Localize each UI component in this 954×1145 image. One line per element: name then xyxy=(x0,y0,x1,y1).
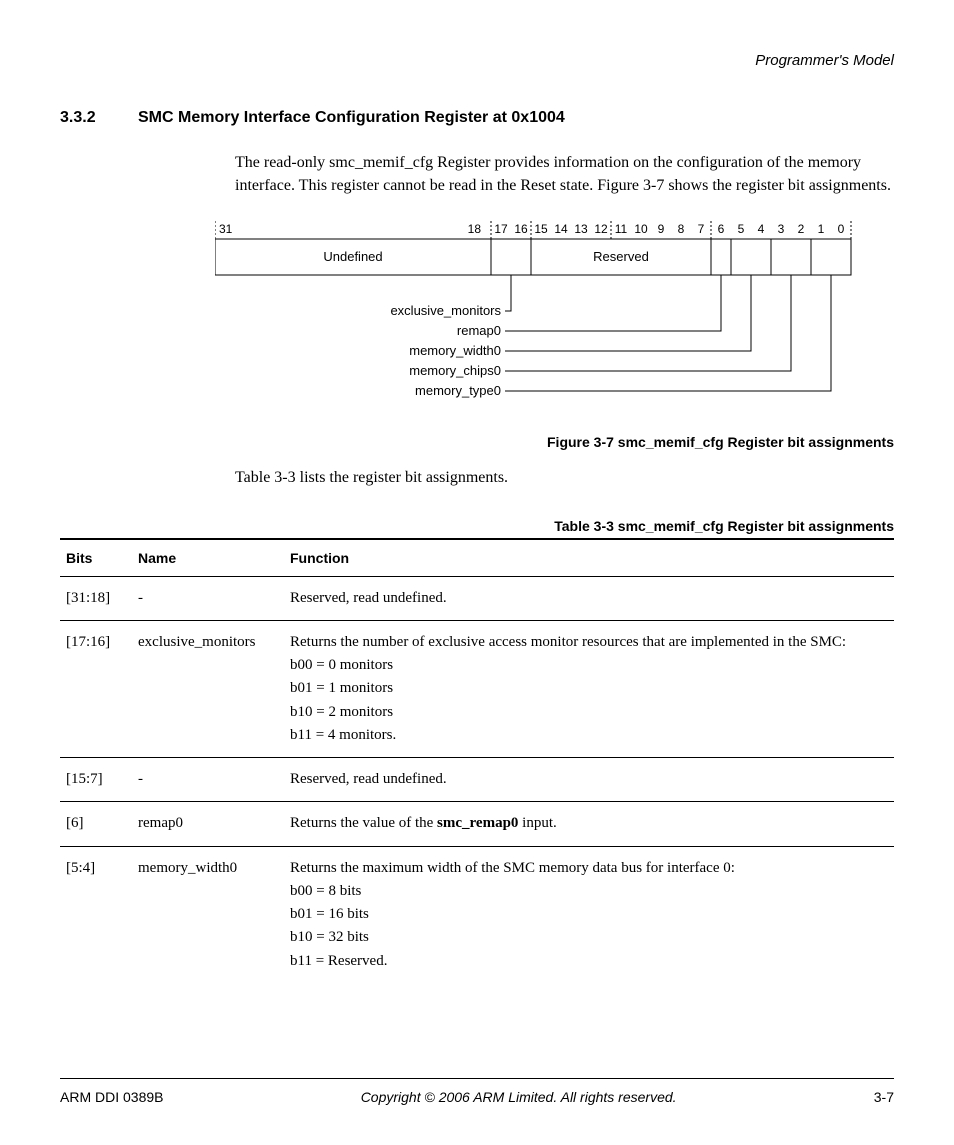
table-caption: Table 3-3 smc_memif_cfg Register bit ass… xyxy=(60,518,894,534)
bit-6: 6 xyxy=(718,222,725,236)
footer-left: ARM DDI 0389B xyxy=(60,1089,163,1105)
bit-11: 11 xyxy=(615,222,628,236)
bit-0: 0 xyxy=(838,222,845,236)
bit-4: 4 xyxy=(758,222,765,236)
bit-31: 31 xyxy=(219,222,233,236)
bit-9: 9 xyxy=(658,222,665,236)
table-row: [5:4]memory_width0Returns the maximum wi… xyxy=(60,846,894,983)
cell-function: Reserved, read undefined. xyxy=(284,758,894,802)
bit-12: 12 xyxy=(594,222,608,236)
cell-name: - xyxy=(132,576,284,620)
cell-bits: [17:16] xyxy=(60,620,132,757)
page-footer: ARM DDI 0389B Copyright © 2006 ARM Limit… xyxy=(60,1078,894,1105)
bit-7: 7 xyxy=(698,222,705,236)
intro-paragraph: The read-only smc_memif_cfg Register pro… xyxy=(235,151,894,197)
after-figure-paragraph: Table 3-3 lists the register bit assignm… xyxy=(235,466,894,489)
cell-name: memory_width0 xyxy=(132,846,284,983)
bit-2: 2 xyxy=(798,222,805,236)
footer-center: Copyright © 2006 ARM Limited. All rights… xyxy=(163,1089,873,1105)
page: Programmer's Model 3.3.2 SMC Memory Inte… xyxy=(0,0,954,1145)
cell-function: Reserved, read undefined. xyxy=(284,576,894,620)
label-memory-chips0: memory_chips0 xyxy=(409,363,501,378)
label-exclusive-monitors: exclusive_monitors xyxy=(390,303,501,318)
bit-3: 3 xyxy=(778,222,785,236)
section-heading: 3.3.2 SMC Memory Interface Configuration… xyxy=(60,109,894,127)
bit-15: 15 xyxy=(534,222,548,236)
bit-13: 13 xyxy=(574,222,588,236)
bit-17: 17 xyxy=(494,222,508,236)
table-row: [31:18]-Reserved, read undefined. xyxy=(60,576,894,620)
bit-1: 1 xyxy=(818,222,825,236)
bit-10: 10 xyxy=(634,222,648,236)
cell-name: remap0 xyxy=(132,802,284,846)
th-name: Name xyxy=(132,539,284,577)
cell-bits: [15:7] xyxy=(60,758,132,802)
box-undefined: Undefined xyxy=(323,249,382,264)
table-row: [6]remap0Returns the value of the smc_re… xyxy=(60,802,894,846)
bit-14: 14 xyxy=(554,222,568,236)
bit-16: 16 xyxy=(514,222,528,236)
cell-function: Returns the number of exclusive access m… xyxy=(284,620,894,757)
th-function: Function xyxy=(284,539,894,577)
cell-function: Returns the maximum width of the SMC mem… xyxy=(284,846,894,983)
label-memory-type0: memory_type0 xyxy=(415,383,501,398)
figure-caption: Figure 3-7 smc_memif_cfg Register bit as… xyxy=(60,434,894,450)
table-row: [17:16]exclusive_monitorsReturns the num… xyxy=(60,620,894,757)
bit-18: 18 xyxy=(468,222,482,236)
running-header: Programmer's Model xyxy=(60,52,894,69)
th-bits: Bits xyxy=(60,539,132,577)
box-reserved: Reserved xyxy=(593,249,649,264)
section-number: 3.3.2 xyxy=(60,109,120,127)
footer-right: 3-7 xyxy=(874,1089,894,1105)
cell-function: Returns the value of the smc_remap0 inpu… xyxy=(284,802,894,846)
table-row: [15:7]-Reserved, read undefined. xyxy=(60,758,894,802)
register-figure: 31 18 17 16 15 14 13 12 11 10 9 8 7 6 5 … xyxy=(215,221,894,416)
section-title: SMC Memory Interface Configuration Regis… xyxy=(138,109,565,127)
cell-name: exclusive_monitors xyxy=(132,620,284,757)
cell-bits: [31:18] xyxy=(60,576,132,620)
cell-bits: [5:4] xyxy=(60,846,132,983)
cell-name: - xyxy=(132,758,284,802)
label-remap0: remap0 xyxy=(457,323,501,338)
register-table: Bits Name Function [31:18]-Reserved, rea… xyxy=(60,538,894,983)
bit-5: 5 xyxy=(738,222,745,236)
cell-bits: [6] xyxy=(60,802,132,846)
bit-8: 8 xyxy=(678,222,685,236)
label-memory-width0: memory_width0 xyxy=(409,343,501,358)
